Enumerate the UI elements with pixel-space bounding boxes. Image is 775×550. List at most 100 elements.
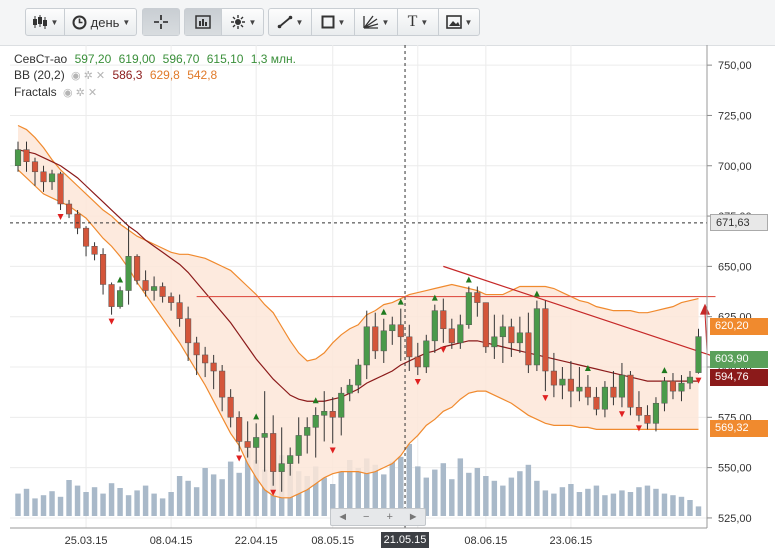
candle-body (482, 302, 489, 348)
close-icon[interactable]: ✕ (88, 87, 97, 99)
candle-body (321, 411, 328, 416)
candle-body (593, 396, 600, 410)
y-tick-label: 650,00 (718, 261, 752, 273)
interval-label: день (90, 14, 120, 30)
zoom-in-button[interactable]: + (378, 509, 402, 525)
image-tool-button[interactable]: ▼ (439, 9, 479, 35)
candle-body (550, 370, 557, 386)
zoom-out-button[interactable]: − (355, 509, 379, 525)
crosshair-date-label: 21.05.15 (381, 532, 430, 548)
candle-body (31, 161, 39, 173)
fractal-down-marker (108, 318, 115, 325)
candle-body (244, 441, 251, 448)
candle-body (491, 336, 498, 348)
candle-body (355, 364, 362, 386)
candle-body (91, 246, 98, 255)
volume-bar (83, 492, 89, 516)
y-tick-label: 700,00 (718, 161, 752, 173)
x-tick-label: 23.06.15 (549, 535, 592, 547)
volume-bar (227, 461, 234, 516)
fib-tool-button[interactable]: ▼ (355, 9, 397, 35)
candle-body (125, 256, 132, 291)
price-chart[interactable]: 525,00550,00575,00600,00625,00650,00675,… (0, 45, 775, 550)
scroll-right-button[interactable]: ► (402, 509, 426, 525)
volume-bar (466, 472, 472, 516)
volume-bar (23, 488, 30, 516)
text-tool-button[interactable]: T ▼ (398, 9, 438, 35)
volume-bar (449, 479, 455, 516)
chart-type-button[interactable]: ▼ (26, 9, 64, 35)
volume-bar (525, 464, 532, 516)
candle-body (584, 386, 591, 398)
gear-icon[interactable]: ✲ (84, 70, 93, 82)
volume-bar (91, 487, 98, 516)
chart-settings-group: ▼ день ▼ (25, 8, 137, 36)
bb-lower-value: 542,8 (187, 68, 218, 82)
candle-body (627, 374, 634, 408)
volume-bar (15, 493, 21, 516)
candle-body (644, 415, 651, 424)
legend-volume: 1,3 млн. (250, 52, 296, 66)
volume-bar (678, 496, 685, 516)
fan-icon (362, 15, 378, 29)
crosshair-icon (154, 15, 168, 29)
line-tool-button[interactable]: ▼ (269, 9, 311, 35)
volume-bar (610, 493, 617, 516)
x-tick-label: 08.04.15 (150, 535, 193, 547)
price-tag: 620,20 (710, 317, 768, 335)
volume-bar (74, 485, 81, 516)
volume-bar (636, 487, 642, 516)
chart-legend: СевСт-ао 597,20 619,00 596,70 615,10 1,3… (14, 51, 296, 101)
eye-icon[interactable]: ◉ (63, 87, 73, 99)
candle-body (397, 324, 404, 338)
volume-bar (193, 487, 200, 516)
fractals-name: Fractals (14, 85, 57, 99)
eye-icon[interactable]: ◉ (71, 70, 81, 82)
volume-bar (432, 469, 438, 516)
candle-body (652, 402, 660, 424)
volume-bar (210, 474, 217, 516)
candle-body (253, 437, 260, 448)
candle-body (278, 463, 285, 472)
chart-navigator: ◄ − + ► (330, 508, 426, 526)
candle-body (159, 286, 166, 297)
image-icon (445, 15, 462, 29)
clock-icon (72, 15, 87, 29)
candle-body (227, 396, 234, 418)
chevron-down-icon: ▼ (295, 17, 304, 27)
ticker-name: СевСт-ао (14, 52, 68, 66)
volume-bar (534, 480, 540, 516)
candle-body (533, 308, 540, 366)
candle-body (193, 342, 200, 356)
theme-button[interactable]: ▼ (222, 9, 264, 35)
candle-body (210, 362, 217, 372)
close-icon[interactable]: ✕ (96, 70, 105, 82)
crosshair-button[interactable] (143, 9, 179, 35)
volume-bar (49, 491, 55, 516)
candle-body (686, 376, 694, 384)
volume-bar (517, 471, 523, 516)
candle-body (202, 354, 209, 364)
scroll-left-button[interactable]: ◄ (331, 509, 355, 525)
interval-button[interactable]: день ▼ (65, 9, 137, 35)
volume-bar (644, 485, 651, 516)
square-icon (321, 15, 335, 29)
volume-bar (159, 498, 166, 516)
fractal-down-marker (236, 455, 243, 462)
volume-bar (491, 480, 498, 516)
shape-tool-button[interactable]: ▼ (312, 9, 354, 35)
chart-box-icon (195, 15, 211, 29)
volume-bar (551, 493, 557, 516)
candle-body (142, 280, 149, 291)
candle-body (287, 455, 294, 464)
chart-style-button[interactable] (185, 9, 221, 35)
gear-icon[interactable]: ✲ (76, 87, 85, 99)
candle-body (108, 284, 115, 307)
candle-body (380, 330, 387, 352)
candle-body (457, 324, 464, 344)
candle-body (389, 324, 396, 332)
volume-bar (40, 495, 47, 516)
chart-area[interactable]: 525,00550,00575,00600,00625,00650,00675,… (0, 45, 775, 550)
candlestick-icon (32, 15, 47, 29)
volume-bar (108, 483, 115, 516)
